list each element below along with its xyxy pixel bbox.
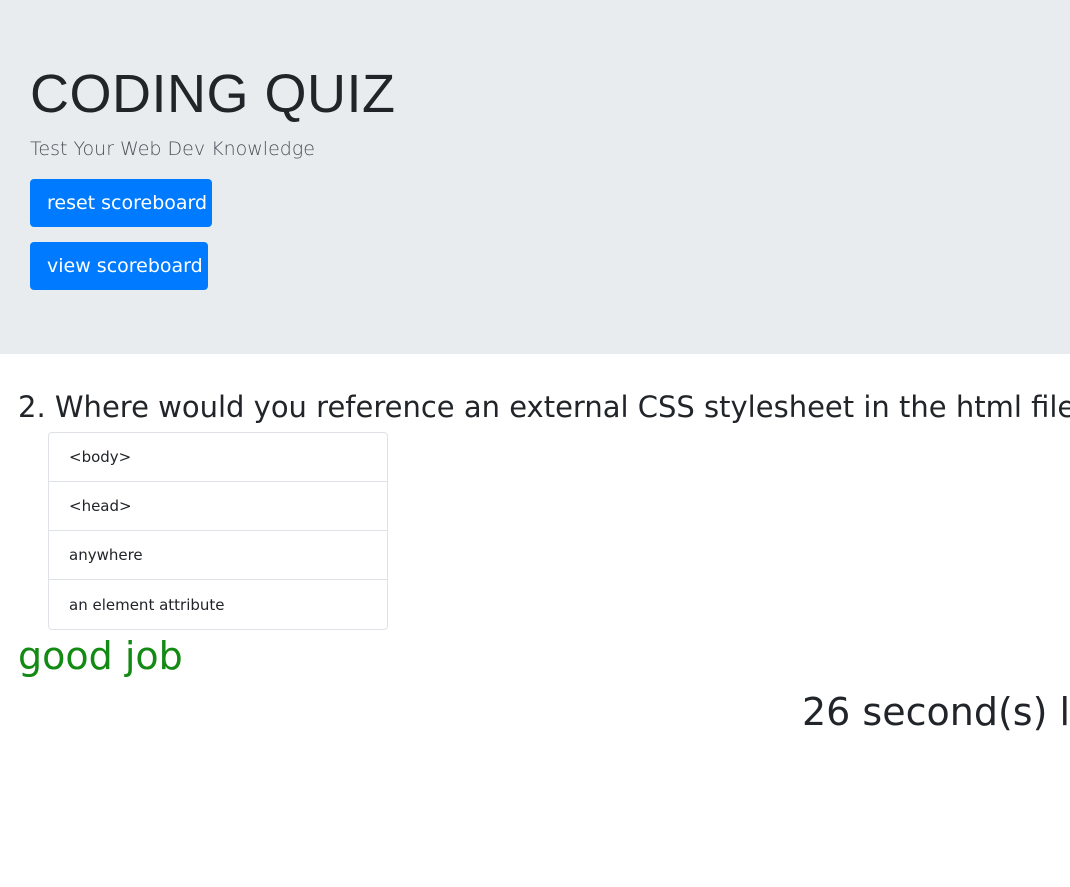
question-text: 2. Where would you reference an external…: [18, 390, 1070, 424]
answer-option-body[interactable]: <body>: [49, 433, 387, 482]
answer-option-head[interactable]: <head>: [49, 482, 387, 531]
answer-option-anywhere[interactable]: anywhere: [49, 531, 387, 580]
answer-option-element-attribute[interactable]: an element attribute: [49, 580, 387, 629]
page-title: CODING QUIZ: [30, 64, 396, 124]
page: CODING QUIZ Test Your Web Dev Knowledge …: [0, 0, 1070, 887]
answer-feedback: good job: [18, 634, 183, 678]
page-subtitle: Test Your Web Dev Knowledge: [30, 138, 315, 160]
view-scoreboard-button[interactable]: view scoreboard: [30, 242, 208, 290]
answer-list: <body> <head> anywhere an element attrib…: [48, 432, 388, 630]
countdown-timer: 26 second(s) left: [802, 690, 1070, 734]
reset-scoreboard-button[interactable]: reset scoreboard: [30, 179, 212, 227]
header-jumbotron: CODING QUIZ Test Your Web Dev Knowledge …: [0, 0, 1070, 354]
